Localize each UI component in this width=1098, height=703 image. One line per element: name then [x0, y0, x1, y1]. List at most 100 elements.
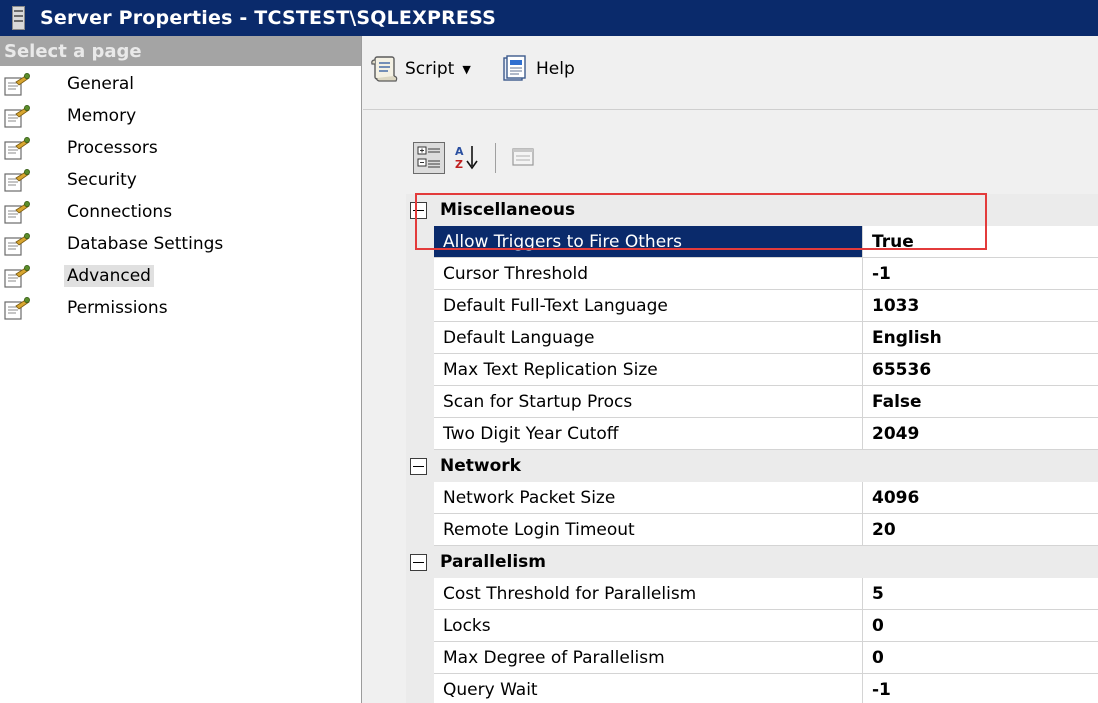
- property-value[interactable]: False: [863, 386, 1098, 418]
- sidebar-item-connections[interactable]: Connections: [0, 196, 361, 228]
- row-gutter: [406, 386, 434, 418]
- property-grid: Miscellaneous Allow Triggers to Fire Oth…: [406, 194, 1098, 703]
- property-name[interactable]: Two Digit Year Cutoff: [434, 418, 863, 450]
- category-label: Network: [434, 450, 1098, 482]
- property-value[interactable]: 2049: [863, 418, 1098, 450]
- collapse-icon[interactable]: [410, 458, 427, 475]
- help-button[interactable]: Help: [500, 54, 575, 84]
- svg-text:A: A: [455, 145, 464, 158]
- property-value[interactable]: English: [863, 322, 1098, 354]
- property-value[interactable]: True: [863, 226, 1098, 258]
- property-name[interactable]: Network Packet Size: [434, 482, 863, 514]
- property-value[interactable]: 0: [863, 642, 1098, 674]
- property-row[interactable]: Scan for Startup Procs False: [406, 386, 1098, 418]
- sidebar-item-database-settings[interactable]: Database Settings: [0, 228, 361, 260]
- property-name[interactable]: Locks: [434, 610, 863, 642]
- property-row[interactable]: Remote Login Timeout 20: [406, 514, 1098, 546]
- property-value[interactable]: 65536: [863, 354, 1098, 386]
- sort-az-icon: A Z: [455, 145, 478, 171]
- collapse-icon[interactable]: [410, 202, 427, 219]
- properties-pane: Script ▼ Help A Z Miscellaneous Allow Tr…: [363, 36, 1098, 703]
- categorized-icon: [417, 146, 440, 168]
- category-label: Miscellaneous: [434, 194, 1098, 226]
- property-name[interactable]: Cursor Threshold: [434, 258, 863, 290]
- row-gutter: [406, 258, 434, 290]
- row-gutter: [406, 514, 434, 546]
- sidebar-item-label: Security: [67, 170, 137, 190]
- page-icon: [3, 169, 31, 193]
- chevron-down-icon[interactable]: ▼: [462, 63, 470, 76]
- property-name[interactable]: Scan for Startup Procs: [434, 386, 863, 418]
- category-row-network[interactable]: Network: [406, 450, 1098, 482]
- property-pages-icon: [512, 148, 534, 166]
- property-name[interactable]: Remote Login Timeout: [434, 514, 863, 546]
- page-icon: [3, 201, 31, 225]
- row-gutter: [406, 322, 434, 354]
- property-value[interactable]: 0: [863, 610, 1098, 642]
- property-row[interactable]: Locks 0: [406, 610, 1098, 642]
- row-gutter: [406, 482, 434, 514]
- property-row[interactable]: Max Text Replication Size 65536: [406, 354, 1098, 386]
- category-row-parallelism[interactable]: Parallelism: [406, 546, 1098, 578]
- window-title: Server Properties - TCSTEST\SQLEXPRESS: [40, 7, 496, 29]
- property-row[interactable]: Cursor Threshold -1: [406, 258, 1098, 290]
- property-value[interactable]: -1: [863, 258, 1098, 290]
- sidebar-item-label: Processors: [67, 138, 158, 158]
- row-gutter: [406, 290, 434, 322]
- category-row-miscellaneous[interactable]: Miscellaneous: [406, 194, 1098, 226]
- sidebar-item-label: Permissions: [67, 298, 168, 318]
- script-button[interactable]: Script ▼: [369, 54, 471, 84]
- select-page-pane: Select a page General Memory Processors …: [0, 36, 362, 703]
- property-value[interactable]: 5: [863, 578, 1098, 610]
- alphabetical-sort-button[interactable]: A Z: [451, 142, 483, 174]
- svg-text:Z: Z: [455, 158, 463, 171]
- toolbar-separator: [495, 143, 496, 173]
- property-row[interactable]: Network Packet Size 4096: [406, 482, 1098, 514]
- categorized-view-button[interactable]: [413, 142, 445, 174]
- help-button-label: Help: [536, 59, 575, 79]
- row-gutter: [406, 578, 434, 610]
- property-row[interactable]: Query Wait -1: [406, 674, 1098, 703]
- page-icon: [3, 137, 31, 161]
- property-name[interactable]: Query Wait: [434, 674, 863, 703]
- property-pages-button[interactable]: [508, 142, 540, 174]
- row-gutter: [406, 418, 434, 450]
- sidebar-item-security[interactable]: Security: [0, 164, 361, 196]
- property-value[interactable]: 20: [863, 514, 1098, 546]
- category-gutter: [406, 546, 434, 578]
- property-name[interactable]: Default Language: [434, 322, 863, 354]
- property-row[interactable]: Default Full-Text Language 1033: [406, 290, 1098, 322]
- property-grid-toolbar: A Z: [413, 140, 553, 176]
- property-name[interactable]: Allow Triggers to Fire Others: [434, 226, 863, 258]
- sidebar-item-general[interactable]: General: [0, 68, 361, 100]
- sidebar-item-advanced[interactable]: Advanced: [0, 260, 361, 292]
- property-row[interactable]: Cost Threshold for Parallelism 5: [406, 578, 1098, 610]
- property-name[interactable]: Max Text Replication Size: [434, 354, 863, 386]
- sidebar-item-label: Database Settings: [67, 234, 224, 254]
- property-row[interactable]: Allow Triggers to Fire Others True: [406, 226, 1098, 258]
- property-value[interactable]: -1: [863, 674, 1098, 703]
- page-icon: [3, 105, 31, 129]
- sidebar-item-label: General: [67, 74, 134, 94]
- title-bar: Server Properties - TCSTEST\SQLEXPRESS: [0, 0, 1098, 36]
- sidebar-item-label: Advanced: [64, 265, 154, 287]
- property-row[interactable]: Two Digit Year Cutoff 2049: [406, 418, 1098, 450]
- sidebar-item-label: Memory: [67, 106, 137, 126]
- property-row[interactable]: Default Language English: [406, 322, 1098, 354]
- property-name[interactable]: Default Full-Text Language: [434, 290, 863, 322]
- script-icon: [369, 54, 399, 84]
- sidebar-item-permissions[interactable]: Permissions: [0, 292, 361, 324]
- property-name[interactable]: Cost Threshold for Parallelism: [434, 578, 863, 610]
- row-gutter: [406, 610, 434, 642]
- collapse-icon[interactable]: [410, 554, 427, 571]
- property-name[interactable]: Max Degree of Parallelism: [434, 642, 863, 674]
- row-gutter: [406, 226, 434, 258]
- sidebar-item-processors[interactable]: Processors: [0, 132, 361, 164]
- property-row[interactable]: Max Degree of Parallelism 0: [406, 642, 1098, 674]
- sidebar-item-memory[interactable]: Memory: [0, 100, 361, 132]
- property-value[interactable]: 1033: [863, 290, 1098, 322]
- dialog-toolbar: Script ▼ Help: [363, 36, 1098, 110]
- page-icon: [3, 297, 31, 321]
- property-value[interactable]: 4096: [863, 482, 1098, 514]
- select-page-header: Select a page: [0, 36, 361, 66]
